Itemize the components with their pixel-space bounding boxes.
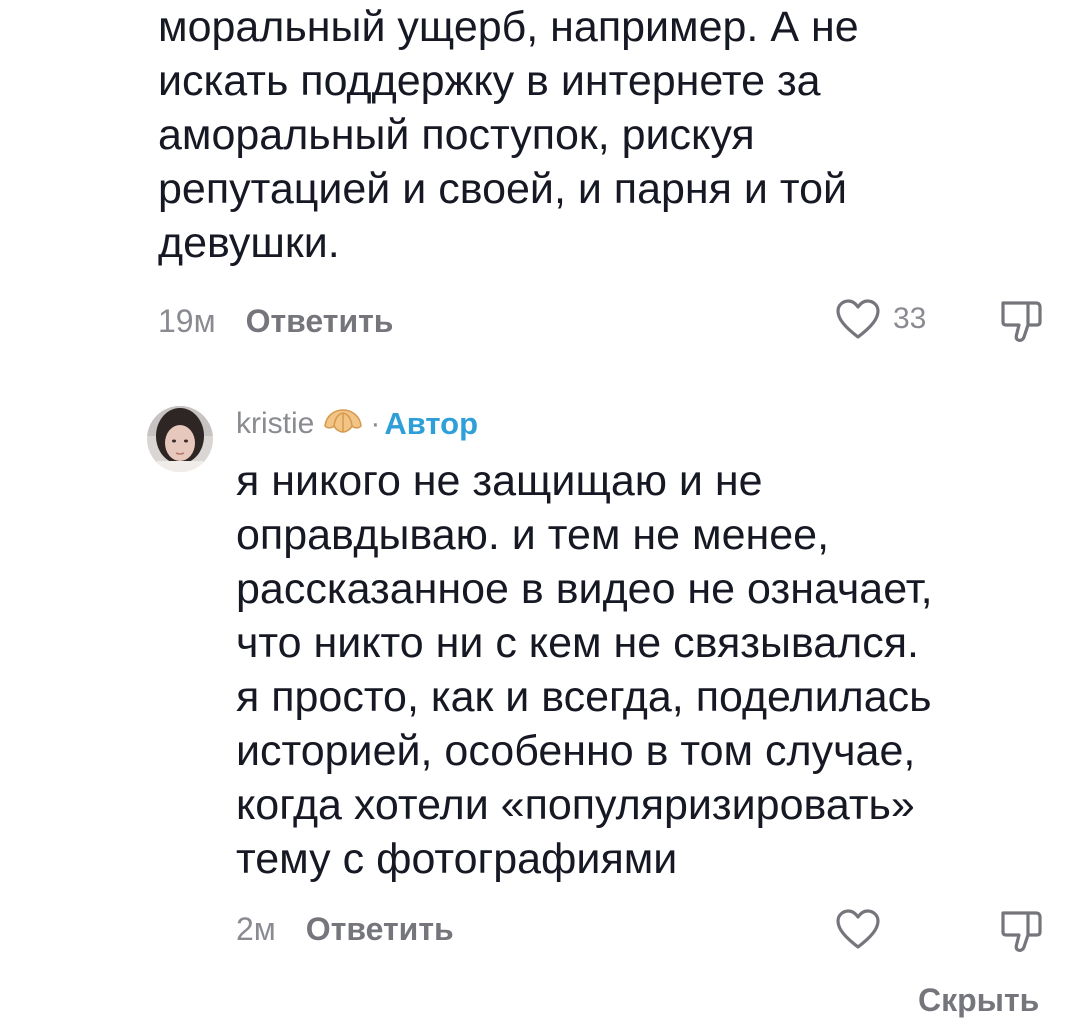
- comment-text: моральный ущерб, например. А не искать п…: [158, 3, 859, 267]
- avatar[interactable]: [147, 406, 213, 472]
- comment-text: я никого не защищаю и не оправдываю. и т…: [236, 457, 933, 883]
- author-badge: Автор: [384, 406, 479, 441]
- like-count: 33: [893, 302, 927, 335]
- username[interactable]: kristie: [236, 407, 314, 441]
- avatar-photo-icon: [147, 406, 213, 472]
- comment-meta: 19м Ответить: [158, 296, 393, 346]
- dislike-button[interactable]: [998, 298, 1044, 351]
- like-button[interactable]: 33: [835, 298, 926, 340]
- heart-icon: [836, 909, 880, 949]
- hide-replies-button[interactable]: Скрыть: [918, 982, 1039, 1019]
- dislike-button[interactable]: [998, 908, 1044, 961]
- reply-button[interactable]: Ответить: [306, 911, 454, 948]
- croissant-icon: [322, 406, 364, 443]
- heart-icon: [836, 299, 880, 339]
- reply-button[interactable]: Ответить: [246, 303, 394, 340]
- separator-dot: ·: [370, 407, 381, 440]
- comment-time: 19м: [158, 302, 216, 339]
- thumbs-down-icon: [1001, 301, 1042, 342]
- comment-author-row: kristie · Автор: [236, 402, 478, 446]
- comment-meta: 2м Ответить: [236, 904, 454, 954]
- comment-time: 2м: [236, 910, 276, 947]
- thumbs-down-icon: [1001, 911, 1042, 952]
- like-button[interactable]: [835, 908, 893, 950]
